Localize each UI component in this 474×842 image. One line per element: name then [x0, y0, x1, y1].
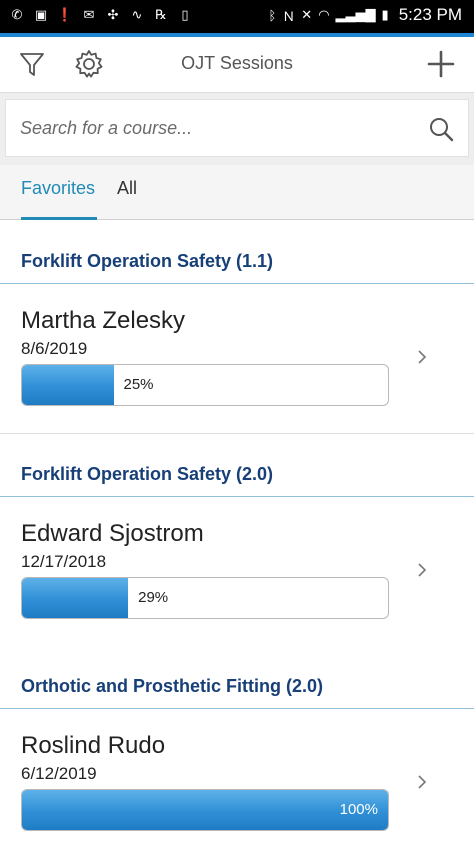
chevron-right-icon: [418, 563, 427, 577]
session-date: 8/6/2019: [21, 339, 88, 358]
progress-bar: 25%: [21, 364, 389, 406]
progress-bar: 29%: [21, 577, 389, 619]
progress-label: 29%: [138, 589, 169, 606]
plus-icon: [427, 50, 455, 78]
battery-icon: ▮: [381, 7, 389, 22]
notification-icons: ✆ ▣ ❗ ✉ ✣ ∿ ℞ ▯: [8, 6, 194, 24]
status-bar: ✆ ▣ ❗ ✉ ✣ ∿ ℞ ▯ ᛒ Ｎ ✕ ◠ ▂▃▅▇ ▮ 5:23 PM: [0, 0, 474, 33]
tab-all[interactable]: All: [117, 165, 137, 220]
session-row[interactable]: Martha Zelesky 8/6/2019 25%: [0, 284, 474, 434]
wifi-icon: ◠: [318, 7, 330, 22]
trainee-name: Martha Zelesky: [21, 307, 186, 334]
nfc-icon: Ｎ: [282, 8, 296, 24]
gmail-icon: ✉: [83, 7, 95, 22]
add-session-button[interactable]: [424, 47, 458, 81]
prescription-icon: ℞: [155, 7, 167, 22]
course-header: Forklift Operation Safety (2.0): [0, 434, 474, 497]
bluetooth-icon: ᛒ: [268, 7, 277, 23]
chevron-right-icon: [418, 350, 427, 364]
course-title: Orthotic and Prosthetic Fitting (2.0): [21, 676, 324, 696]
alert-icon: ❗: [56, 7, 74, 22]
trainee-name: Roslind Rudo: [21, 732, 166, 759]
search-icon[interactable]: [428, 116, 454, 142]
chevron-right-icon: [418, 775, 427, 789]
progress-fill: [22, 790, 388, 830]
progress-bar: 100%: [21, 789, 389, 831]
trainee-name: Edward Sjostrom: [21, 520, 204, 547]
gallery-icon: ▣: [34, 7, 48, 22]
pinwheel-icon: ✣: [107, 7, 119, 22]
session-date: 12/17/2018: [21, 552, 107, 571]
clock: 5:23 PM: [398, 5, 462, 24]
activity-icon: ∿: [131, 7, 143, 22]
tab-bar: Favorites All: [0, 165, 474, 220]
progress-label: 100%: [339, 801, 378, 818]
course-title: Forklift Operation Safety (1.1): [21, 251, 274, 271]
battery-full-icon: ▯: [181, 7, 189, 22]
search-area: [0, 93, 474, 165]
course-header: Forklift Operation Safety (1.1): [0, 221, 474, 284]
progress-fill: [22, 578, 129, 618]
system-icons: ᛒ Ｎ ✕ ◠ ▂▃▅▇ ▮ 5:23 PM: [268, 5, 462, 25]
course-header: Orthotic and Prosthetic Fitting (2.0): [0, 646, 474, 709]
page-title: OJT Sessions: [181, 53, 293, 73]
signal-icon: ▂▃▅▇: [335, 7, 376, 22]
progress-fill: [22, 365, 114, 405]
tab-favorites[interactable]: Favorites: [21, 165, 97, 220]
session-row[interactable]: Edward Sjostrom 12/17/2018 29%: [0, 497, 474, 647]
search-box: [5, 99, 469, 157]
session-date: 6/12/2019: [21, 764, 97, 783]
progress-label: 25%: [123, 376, 154, 393]
session-row[interactable]: Roslind Rudo 6/12/2019 100%: [0, 709, 474, 842]
mute-icon: ✕: [301, 7, 313, 22]
call-icon: ✆: [11, 7, 23, 22]
app-header: OJT Sessions: [0, 37, 474, 93]
course-title: Forklift Operation Safety (2.0): [21, 464, 274, 484]
search-input[interactable]: [20, 100, 420, 156]
